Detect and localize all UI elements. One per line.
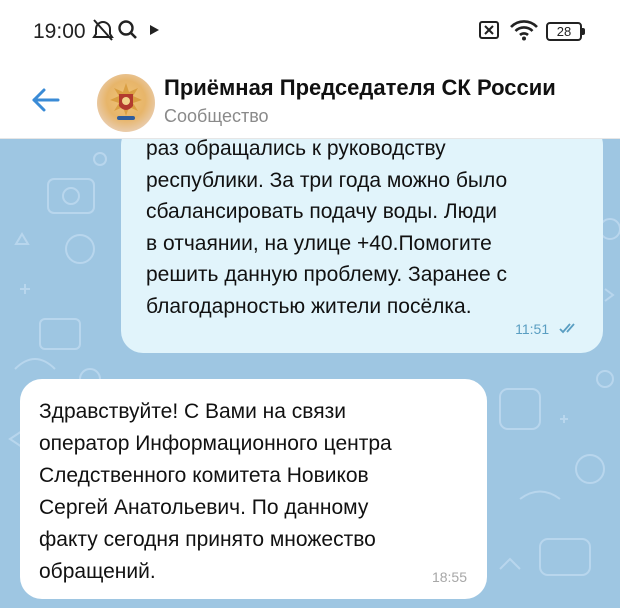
community-subtitle: Сообщество [164, 106, 269, 126]
chat-header: Приёмная Председателя СК России Сообщест… [0, 62, 620, 139]
back-arrow-icon[interactable] [30, 84, 62, 116]
message-text: Здравствуйте! С Вами на связи оператор И… [39, 400, 392, 583]
alarm-off-icon [92, 18, 114, 48]
play-icon [148, 18, 162, 48]
message-time: 11:51 [515, 321, 550, 337]
status-time: 19:00 [33, 20, 86, 43]
message-time: 18:55 [431, 569, 467, 585]
message-meta: 11:51 [509, 321, 579, 337]
outgoing-message[interactable]: раз обращались к руководству республики.… [121, 139, 603, 353]
sim-off-icon [477, 18, 501, 48]
search-icon [117, 18, 139, 48]
status-bar: 19:00 28 [0, 0, 620, 62]
read-checkmarks-icon [559, 321, 579, 337]
page-title: Приёмная Председателя СК России [164, 75, 556, 100]
emblem-icon [110, 83, 142, 120]
wifi-icon [509, 18, 539, 48]
chat-area[interactable]: раз обращались к руководству республики.… [0, 139, 620, 608]
battery-icon: 28 [546, 22, 585, 41]
avatar[interactable] [97, 74, 155, 132]
incoming-message[interactable]: Здравствуйте! С Вами на связи оператор И… [20, 379, 487, 599]
message-text: раз обращались к руководству республики.… [146, 139, 508, 318]
